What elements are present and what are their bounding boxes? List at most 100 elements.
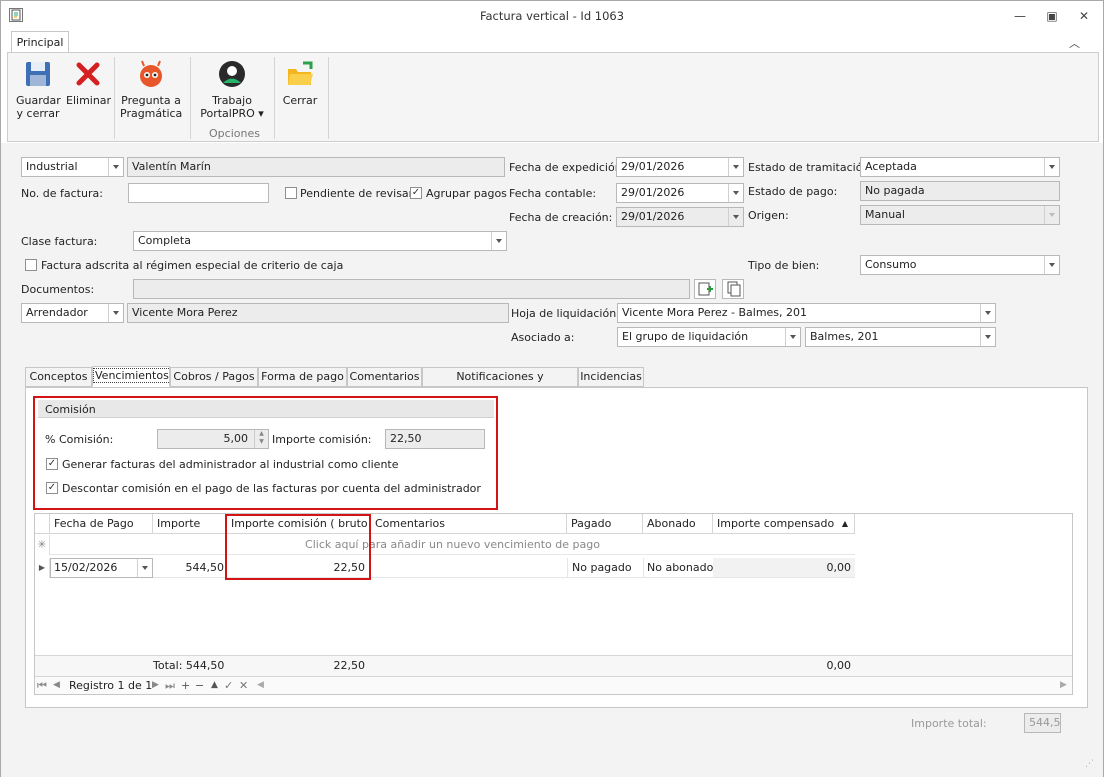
issue-date-field[interactable]: 29/01/2026 <box>616 157 744 177</box>
pending-review-checkbox[interactable] <box>285 187 297 199</box>
party-type-value: Industrial <box>26 160 78 173</box>
tab-conceptos[interactable]: Conceptos <box>25 367 92 387</box>
column-header[interactable]: Fecha de Pago <box>50 514 153 534</box>
ribbon-separator <box>190 57 191 139</box>
portalpro-button[interactable]: Trabajo PortalPRO ▾ <box>196 59 268 120</box>
window-title: Factura vertical - Id 1063 <box>479 9 625 23</box>
chevron-down-icon[interactable] <box>137 559 152 577</box>
associated-group-select[interactable]: El grupo de liquidación <box>617 327 801 347</box>
invoice-class-label: Clase factura: <box>21 235 98 248</box>
tab-forma-de-pago[interactable]: Forma de pago <box>258 367 347 387</box>
total-commission: 22,50 <box>333 659 366 672</box>
column-header[interactable]: Abonado <box>643 514 713 534</box>
nav-confirm-icon[interactable]: ✓ <box>224 677 233 694</box>
due-dates-grid: Fecha de Pago Importe Importe comisión (… <box>34 513 1073 695</box>
close-window-icon[interactable]: ✕ <box>1073 7 1095 25</box>
column-header[interactable]: Importe <box>153 514 227 534</box>
chevron-down-icon <box>1044 206 1059 224</box>
documents-field[interactable] <box>133 279 690 299</box>
nav-add-icon[interactable]: + <box>181 677 190 694</box>
settlement-sheet-select[interactable]: Vicente Mora Perez - Balmes, 201 <box>617 303 996 323</box>
lessor-name-field[interactable]: Vicente Mora Perez <box>127 303 509 323</box>
close-label: Cerrar <box>282 94 318 107</box>
origin-label: Origen: <box>748 209 789 222</box>
nav-up-icon[interactable]: ▲ <box>211 677 218 694</box>
nav-last-icon[interactable]: ⏭ <box>165 677 175 694</box>
column-header[interactable]: Comentarios <box>371 514 567 534</box>
nav-next-icon[interactable]: ▶ <box>152 677 159 694</box>
tab-comentarios[interactable]: Comentarios <box>347 367 422 387</box>
tab-principal[interactable]: Principal <box>11 31 69 53</box>
column-header[interactable]: Pagado <box>567 514 643 534</box>
floppy-icon <box>26 62 50 86</box>
nav-first-icon[interactable]: ⏮ <box>37 677 47 694</box>
nav-cancel-icon[interactable]: ✕ <box>239 677 248 694</box>
scroll-left-icon[interactable]: ◀ <box>257 677 264 694</box>
tab-notificaciones[interactable]: Notificaciones y comunicados <box>422 367 578 401</box>
associated-value-select[interactable]: Balmes, 201 <box>805 327 996 347</box>
processing-state-label: Estado de tramitación: <box>748 161 874 174</box>
total-field: 544,50 <box>1024 713 1061 733</box>
row-credited-cell[interactable]: No abonado <box>643 558 713 578</box>
collapse-ribbon-icon[interactable]: ︿ <box>1069 35 1080 51</box>
nav-remove-icon[interactable]: − <box>195 677 204 694</box>
portalpro-user-icon <box>219 61 245 87</box>
chevron-down-icon[interactable] <box>1044 158 1059 176</box>
maximize-icon[interactable]: ▣ <box>1041 7 1063 25</box>
save-close-label: Guardar y cerrar <box>16 94 61 120</box>
total-amount: Total: 544,50 <box>153 659 225 672</box>
row-paid-cell[interactable]: No pagado <box>567 558 643 578</box>
chevron-down-icon <box>728 208 743 226</box>
chevron-down-icon[interactable] <box>728 184 743 202</box>
minimize-icon[interactable]: — <box>1009 7 1031 25</box>
nav-prev-icon[interactable]: ◀ <box>53 677 60 694</box>
chevron-down-icon[interactable] <box>728 158 743 176</box>
invoice-no-input[interactable] <box>128 183 269 203</box>
creation-date-field: 29/01/2026 <box>616 207 744 227</box>
column-header-label: Importe compensado <box>717 517 835 530</box>
copy-document-button[interactable] <box>722 279 744 299</box>
row-date-cell[interactable]: 15/02/2026 <box>50 558 153 578</box>
column-header[interactable]: Importe compensado ▲ <box>713 514 855 534</box>
row-date-value: 15/02/2026 <box>54 561 118 574</box>
cash-regime-checkbox[interactable] <box>25 259 37 271</box>
asset-type-select[interactable]: Consumo <box>860 255 1060 275</box>
asset-type-label: Tipo de bien: <box>748 259 820 272</box>
tab-incidencias[interactable]: Incidencias <box>578 367 644 387</box>
chevron-down-icon[interactable] <box>980 328 995 346</box>
payment-state-field: No pagada <box>860 181 1060 201</box>
group-payments-checkbox[interactable]: ✓ <box>410 187 422 199</box>
row-amount-cell[interactable]: 544,50 <box>153 558 227 578</box>
lessor-type-select[interactable]: Arrendador <box>21 303 124 323</box>
chevron-down-icon[interactable] <box>108 304 123 322</box>
ask-pragmatica-button[interactable]: Pregunta a Pragmática <box>120 59 182 120</box>
tab-cobros-pagos[interactable]: Cobros / Pagos <box>170 367 258 387</box>
accounting-date-label: Fecha contable: <box>509 187 597 200</box>
chevron-down-icon[interactable] <box>1044 256 1059 274</box>
chevron-down-icon[interactable] <box>108 158 123 176</box>
new-row-hint[interactable]: Click aquí para añadir un nuevo vencimie… <box>50 535 855 555</box>
origin-select: Manual <box>860 205 1060 225</box>
pending-review-label: Pendiente de revisar <box>300 187 414 200</box>
delete-button[interactable]: Eliminar <box>66 59 112 107</box>
add-document-button[interactable] <box>694 279 716 299</box>
processing-state-value: Aceptada <box>865 160 917 173</box>
party-type-select[interactable]: Industrial <box>21 157 124 177</box>
invoice-class-select[interactable]: Completa <box>133 231 507 251</box>
row-comments-cell[interactable] <box>371 558 567 578</box>
resize-grip-icon[interactable]: ⋰ <box>1085 759 1094 769</box>
processing-state-select[interactable]: Aceptada <box>860 157 1060 177</box>
accounting-date-field[interactable]: 29/01/2026 <box>616 183 744 203</box>
scroll-right-icon[interactable]: ▶ <box>1060 677 1067 694</box>
delete-label: Eliminar <box>66 94 112 107</box>
party-name-field[interactable]: Valentín Marín <box>127 157 505 177</box>
invoice-class-value: Completa <box>138 234 191 247</box>
chevron-down-icon[interactable] <box>980 304 995 322</box>
close-button[interactable]: Cerrar <box>280 59 320 107</box>
save-close-button[interactable]: Guardar y cerrar <box>16 59 61 120</box>
chevron-down-icon[interactable] <box>785 328 800 346</box>
chevron-down-icon[interactable] <box>491 232 506 250</box>
ribbon-separator <box>328 57 329 139</box>
tab-vencimientos[interactable]: Vencimientos <box>92 366 171 387</box>
asset-type-value: Consumo <box>865 258 917 271</box>
